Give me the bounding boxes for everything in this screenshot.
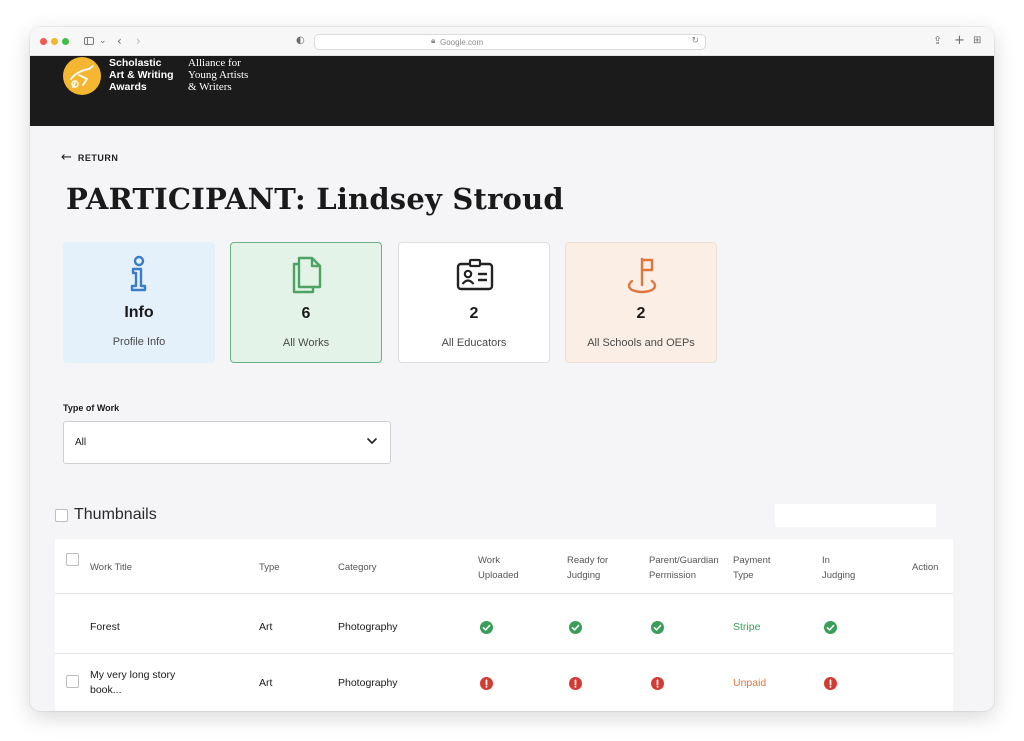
card-label: All Works	[282, 337, 330, 349]
new-tab-icon[interactable]: +	[954, 33, 965, 49]
reload-icon[interactable]: ↻	[691, 36, 699, 46]
logo-sub-line: & Writers	[188, 81, 232, 93]
header-line: In	[822, 555, 830, 566]
row-work-title[interactable]: My very long story book...	[90, 668, 175, 698]
header-line: Work	[478, 555, 500, 566]
header-line: Uploaded	[478, 570, 519, 581]
check-circle-icon	[480, 621, 493, 634]
chevron-down-icon	[367, 438, 377, 444]
type-of-work-label: Type of Work	[63, 403, 120, 413]
address-bar[interactable]: 🔒︎ Google.com ↻	[314, 34, 706, 50]
scholastic-logo[interactable]	[63, 57, 101, 95]
table-search-input[interactable]	[775, 504, 936, 527]
check-circle-icon	[651, 621, 664, 634]
all-schools-card[interactable]: 2 All Schools and OEPs	[565, 242, 717, 363]
payment-type: Unpaid	[733, 677, 767, 689]
logo-line: Art & Writing	[109, 69, 174, 81]
thumbnails-toggle[interactable]: Thumbnails	[55, 506, 157, 524]
card-value: 6	[301, 305, 311, 322]
alert-circle-icon	[824, 677, 837, 690]
check-circle-icon	[824, 621, 837, 634]
back-arrow-icon[interactable]: ‹	[117, 33, 122, 49]
minimize-window-button[interactable]	[51, 38, 58, 45]
lock-icon: 🔒︎	[431, 36, 436, 45]
column-header-work-title[interactable]: Work Title	[90, 560, 132, 575]
select-all-checkbox[interactable]	[66, 553, 79, 566]
logo-line: Scholastic	[109, 57, 162, 69]
select-value: All	[75, 437, 87, 448]
header-line: Judging	[822, 570, 856, 581]
row-divider	[55, 653, 953, 654]
card-value: 2	[469, 305, 479, 322]
row-category: Photography	[338, 621, 398, 633]
forward-arrow-icon[interactable]: ›	[136, 33, 141, 49]
tab-overview-icon[interactable]: ⊞	[973, 33, 981, 49]
row-type: Art	[259, 677, 273, 689]
alert-circle-icon	[480, 677, 493, 690]
title-line: My very long story	[90, 669, 176, 681]
card-value: Info	[124, 304, 154, 321]
return-button[interactable]: ← RETURN	[61, 151, 118, 165]
browser-window: ⌄ ‹ › ◐ 🔒︎ Google.com ↻ ⇪ + ⊞ Scholastic…	[30, 27, 994, 711]
site-header: Scholastic Art & Writing Awards Alliance…	[30, 56, 994, 126]
header-line: Judging	[567, 570, 601, 581]
column-header-action: Action	[912, 562, 939, 573]
column-header-payment-type[interactable]: Payment Type	[733, 553, 771, 583]
return-label: RETURN	[77, 153, 119, 163]
column-header-in-judging[interactable]: In Judging	[822, 553, 855, 583]
logo-line: Awards	[109, 81, 147, 93]
header-line: Payment	[733, 555, 771, 566]
logo-subtitle: Alliance for Young Artists & Writers	[188, 57, 278, 93]
column-header-ready-for-judging[interactable]: Ready for Judging	[567, 553, 608, 583]
thumbnails-label: Thumbnails	[74, 506, 157, 523]
browser-toolbar: ⌄ ‹ › ◐ 🔒︎ Google.com ↻ ⇪ + ⊞	[30, 27, 994, 56]
page-title: PARTICIPANT: Lindsey Stroud	[66, 182, 564, 216]
card-value: 2	[636, 305, 646, 322]
location-flag-icon	[627, 257, 657, 294]
card-label: Profile Info	[112, 336, 166, 348]
all-works-card[interactable]: 6 All Works	[230, 242, 382, 363]
close-window-button[interactable]	[40, 38, 47, 45]
chevron-down-icon[interactable]: ⌄	[99, 33, 107, 49]
logo-wordmark: Scholastic Art & Writing Awards	[109, 57, 199, 93]
card-label: All Educators	[441, 337, 507, 349]
column-header-type[interactable]: Type	[259, 560, 280, 575]
logo-sub-line: Alliance for	[188, 57, 241, 69]
maximize-window-button[interactable]	[62, 38, 69, 45]
payment-type: Stripe	[733, 621, 761, 633]
sidebar-toggle-icon[interactable]	[84, 37, 94, 45]
header-line: Type	[733, 570, 754, 581]
row-category: Photography	[338, 677, 398, 689]
header-line: Permission	[649, 570, 696, 581]
all-educators-card[interactable]: 2 All Educators	[398, 242, 550, 363]
row-work-title[interactable]: Forest	[90, 620, 120, 635]
works-table: Work Title Type Category Work Uploaded R…	[55, 539, 953, 711]
title-line: Forest	[90, 621, 120, 633]
arrow-left-icon: ←	[61, 150, 72, 165]
info-icon	[130, 255, 147, 292]
type-of-work-select[interactable]: All	[63, 421, 391, 464]
privacy-shield-icon[interactable]: ◐	[296, 33, 305, 49]
title-line: book...	[90, 684, 122, 696]
header-divider	[55, 593, 953, 594]
logo-sub-line: Young Artists	[188, 69, 249, 81]
row-checkbox[interactable]	[66, 675, 79, 688]
profile-info-card[interactable]: Info Profile Info	[63, 242, 215, 363]
column-header-category[interactable]: Category	[338, 560, 377, 575]
share-icon[interactable]: ⇪	[933, 33, 942, 49]
header-line: Parent/Guardian	[649, 555, 719, 566]
card-label: All Schools and OEPs	[587, 337, 695, 349]
thumbnails-checkbox[interactable]	[55, 508, 68, 522]
alert-circle-icon	[569, 677, 582, 690]
alert-circle-icon	[651, 677, 664, 690]
column-header-work-uploaded[interactable]: Work Uploaded	[478, 553, 519, 583]
documents-icon	[292, 256, 322, 294]
id-card-icon	[456, 258, 494, 291]
header-line: Ready for	[567, 555, 609, 566]
check-circle-icon	[569, 621, 582, 634]
address-text: Google.com	[440, 38, 484, 47]
row-type: Art	[259, 621, 273, 633]
column-header-permission[interactable]: Parent/Guardian Permission	[649, 553, 719, 583]
